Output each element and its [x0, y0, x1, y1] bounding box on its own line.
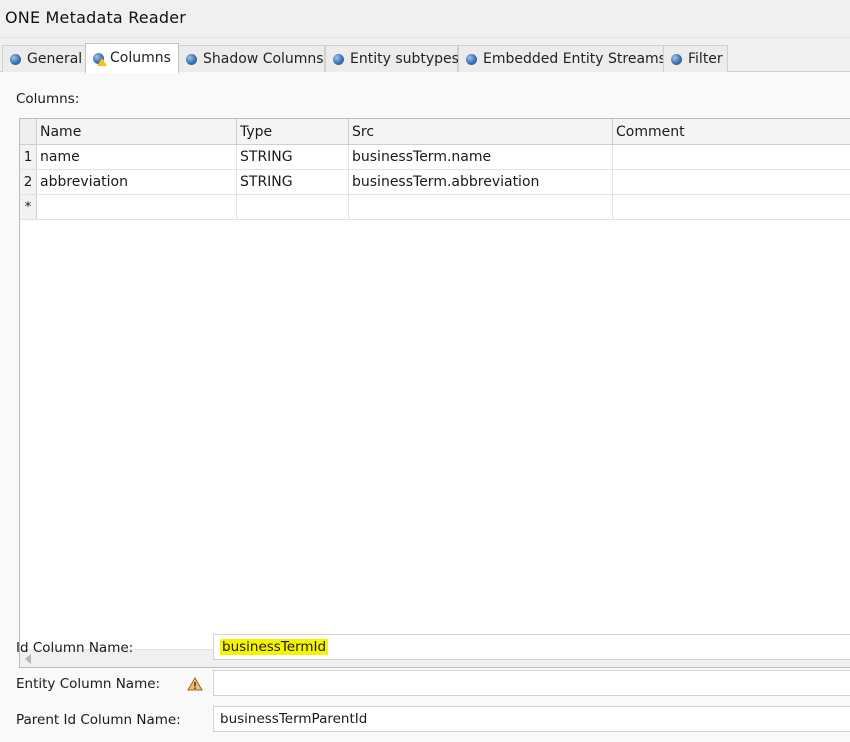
tab-label: Filter — [688, 51, 723, 67]
id-column-input[interactable]: businessTermId — [213, 634, 850, 660]
column-header-name[interactable]: Name — [37, 119, 237, 144]
tab-label: Shadow Columns — [203, 51, 324, 67]
tab-strip: General Columns Shadow Columns Entity su… — [0, 38, 850, 73]
entity-column-input[interactable] — [213, 670, 850, 696]
parent-id-column-value: businessTermParentId — [220, 711, 368, 727]
blue-ball-icon — [671, 54, 682, 65]
window-title-bar: ONE Metadata Reader — [0, 0, 850, 38]
cell-name[interactable]: abbreviation — [37, 170, 237, 194]
tab-label: General — [27, 51, 83, 67]
blue-ball-icon — [10, 54, 21, 65]
parent-id-column-input[interactable]: businessTermParentId — [213, 706, 850, 732]
column-header-comment[interactable]: Comment — [613, 119, 850, 144]
row-number[interactable]: 2 — [20, 170, 37, 194]
entity-column-label: Entity Column Name: — [16, 676, 161, 692]
new-cell-name[interactable] — [37, 195, 237, 219]
id-column-label: Id Column Name: — [16, 640, 134, 656]
new-row-marker[interactable]: * — [20, 195, 37, 219]
tab-columns[interactable]: Columns — [85, 43, 179, 73]
new-cell-comment[interactable] — [613, 195, 850, 219]
cell-src[interactable]: businessTerm.name — [349, 145, 613, 169]
tab-shadow-columns[interactable]: Shadow Columns — [178, 45, 325, 72]
row-number[interactable]: 1 — [20, 145, 37, 169]
warning-icon — [187, 677, 203, 691]
table-row[interactable]: 1 name STRING businessTerm.name — [20, 145, 850, 170]
new-cell-type[interactable] — [237, 195, 349, 219]
columns-table[interactable]: Name Type Src Comment 1 name STRING busi… — [19, 118, 850, 668]
blue-ball-icon — [186, 54, 197, 65]
cell-comment[interactable] — [613, 170, 850, 194]
new-cell-src[interactable] — [349, 195, 613, 219]
cell-src[interactable]: businessTerm.abbreviation — [349, 170, 613, 194]
parent-id-column-label: Parent Id Column Name: — [16, 712, 181, 728]
table-corner[interactable] — [20, 119, 37, 144]
column-header-type[interactable]: Type — [237, 119, 349, 144]
blue-ball-icon — [333, 54, 344, 65]
columns-label: Columns: — [16, 91, 80, 107]
cell-type[interactable]: STRING — [237, 145, 349, 169]
cell-name[interactable]: name — [37, 145, 237, 169]
tab-entity-subtypes[interactable]: Entity subtypes — [325, 45, 459, 72]
table-row[interactable]: 2 abbreviation STRING businessTerm.abbre… — [20, 170, 850, 195]
tab-general[interactable]: General — [2, 45, 86, 72]
cell-comment[interactable] — [613, 145, 850, 169]
tab-label: Entity subtypes — [350, 51, 459, 67]
tab-embedded-entity-streams[interactable]: Embedded Entity Streams — [458, 45, 666, 72]
column-header-src[interactable]: Src — [349, 119, 613, 144]
columns-panel: Columns: Name Type Src Comment 1 name ST… — [0, 72, 850, 742]
id-column-value: businessTermId — [220, 639, 329, 655]
window-title: ONE Metadata Reader — [5, 8, 187, 27]
blue-ball-icon — [466, 54, 477, 65]
cell-type[interactable]: STRING — [237, 170, 349, 194]
tab-label: Embedded Entity Streams — [483, 51, 666, 67]
warning-overlay-icon — [97, 58, 107, 66]
new-row[interactable]: * — [20, 195, 850, 220]
table-header: Name Type Src Comment — [20, 119, 850, 145]
tab-label: Columns — [110, 50, 171, 66]
tab-filter[interactable]: Filter — [663, 45, 728, 72]
